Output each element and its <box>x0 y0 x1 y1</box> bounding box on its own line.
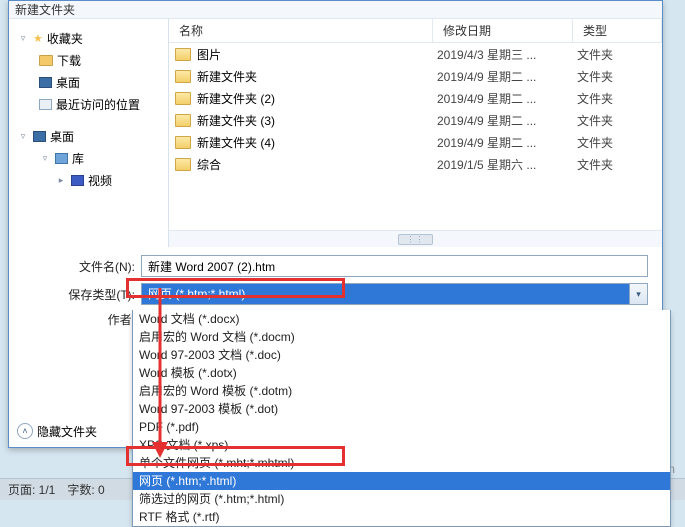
tree-recent[interactable]: 最近访问的位置 <box>15 93 164 115</box>
file-list: 图片2019/4/3 星期三 ...文件夹新建文件夹2019/4/9 星期二 .… <box>169 43 662 230</box>
savetype-label: 保存类型(T): <box>23 286 141 303</box>
chevron-down-icon: ▾ <box>629 284 647 304</box>
recent-icon <box>39 99 52 110</box>
folder-icon <box>175 70 191 83</box>
savetype-option[interactable]: RTF 格式 (*.rtf) <box>133 508 670 526</box>
status-words: 字数: 0 <box>67 481 104 498</box>
savetype-option[interactable]: Word 97-2003 文档 (*.doc) <box>133 346 670 364</box>
savetype-option[interactable]: Word 模板 (*.dotx) <box>133 364 670 382</box>
desktop-icon <box>39 77 52 88</box>
crumb-new-folder[interactable]: 新建文件夹 <box>15 1 75 18</box>
folder-icon <box>175 136 191 149</box>
video-icon <box>71 175 84 186</box>
savetype-option[interactable]: 启用宏的 Word 文档 (*.docm) <box>133 328 670 346</box>
author-label: 作者: <box>23 311 141 328</box>
folder-icon <box>175 114 191 127</box>
table-row[interactable]: 新建文件夹2019/4/9 星期二 ...文件夹 <box>169 65 662 87</box>
folder-icon <box>175 158 191 171</box>
tree-downloads[interactable]: 下载 <box>15 49 164 71</box>
folder-icon <box>39 55 53 66</box>
savetype-option[interactable]: Word 文档 (*.docx) <box>133 310 670 328</box>
folder-icon <box>175 48 191 61</box>
savetype-option[interactable]: PDF (*.pdf) <box>133 418 670 436</box>
table-row[interactable]: 图片2019/4/3 星期三 ...文件夹 <box>169 43 662 65</box>
col-date[interactable]: 修改日期 <box>433 19 573 43</box>
tree-videos[interactable]: ▸视频 <box>15 169 164 191</box>
scrollbar-grip-icon: ⋮⋮ <box>407 235 425 244</box>
tree-desktop[interactable]: 桌面 <box>15 71 164 93</box>
scrollbar-horizontal[interactable]: ⋮⋮ <box>169 230 662 247</box>
savetype-option[interactable]: 单个文件网页 (*.mht;*.mhtml) <box>133 454 670 472</box>
hide-folders-button[interactable]: ˄ 隐藏文件夹 <box>17 423 97 440</box>
nav-tree: ▿★收藏夹 下载 桌面 最近访问的位置 ▿桌面 ▿库 ▸视频 <box>9 19 169 247</box>
library-icon <box>55 153 68 164</box>
savetype-dropdown: Word 文档 (*.docx)启用宏的 Word 文档 (*.docm)Wor… <box>132 310 671 527</box>
folder-icon <box>175 92 191 105</box>
column-headers: 名称 修改日期 类型 <box>169 19 662 43</box>
star-icon: ★ <box>33 32 43 45</box>
tree-libraries[interactable]: ▿库 <box>15 147 164 169</box>
table-row[interactable]: 新建文件夹 (4)2019/4/9 星期二 ...文件夹 <box>169 131 662 153</box>
tree-favorites[interactable]: ▿★收藏夹 <box>15 27 164 49</box>
chevron-up-icon: ˄ <box>17 423 33 439</box>
savetype-option[interactable]: 筛选过的网页 (*.htm;*.html) <box>133 490 670 508</box>
table-row[interactable]: 综合2019/1/5 星期六 ...文件夹 <box>169 153 662 175</box>
toolbar: 新建文件夹 <box>9 1 662 19</box>
col-name[interactable]: 名称 <box>169 19 433 43</box>
tree-desktop2[interactable]: ▿桌面 <box>15 125 164 147</box>
filename-label: 文件名(N): <box>23 258 141 275</box>
table-row[interactable]: 新建文件夹 (2)2019/4/9 星期二 ...文件夹 <box>169 87 662 109</box>
savetype-option[interactable]: XPS 文档 (*.xps) <box>133 436 670 454</box>
status-page: 页面: 1/1 <box>8 481 55 498</box>
savetype-option[interactable]: 启用宏的 Word 模板 (*.dotm) <box>133 382 670 400</box>
savetype-select[interactable]: 网页 (*.htm;*.html) ▾ <box>141 283 648 305</box>
file-list-pane: 名称 修改日期 类型 图片2019/4/3 星期三 ...文件夹新建文件夹201… <box>169 19 662 247</box>
table-row[interactable]: 新建文件夹 (3)2019/4/9 星期二 ...文件夹 <box>169 109 662 131</box>
desktop-icon <box>33 131 46 142</box>
savetype-option[interactable]: Word 97-2003 模板 (*.dot) <box>133 400 670 418</box>
savetype-value: 网页 (*.htm;*.html) <box>142 284 629 304</box>
savetype-option[interactable]: 网页 (*.htm;*.html) <box>133 472 670 490</box>
col-type[interactable]: 类型 <box>573 19 662 43</box>
filename-input[interactable] <box>141 255 648 277</box>
